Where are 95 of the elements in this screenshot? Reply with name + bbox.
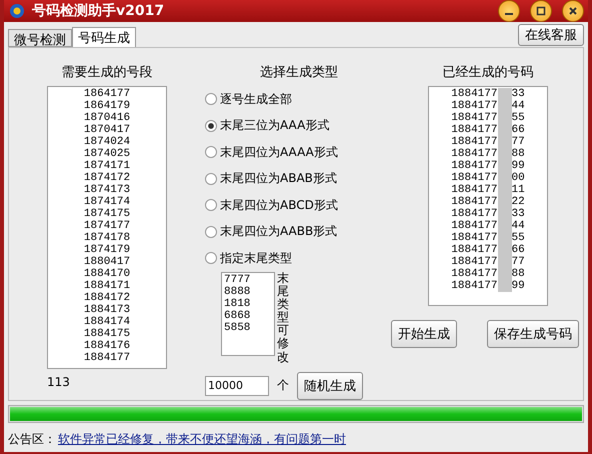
tab[interactable]: 微号检测 (8, 29, 72, 47)
section-title: 选择生成类型 (260, 64, 338, 82)
online-service-button[interactable]: 在线客服 (518, 24, 584, 46)
radio-option[interactable]: 末尾四位为AAAA形式 (205, 139, 338, 166)
section-title: 需要生成的号段 (62, 64, 152, 82)
notice-label: 公告区： (8, 430, 56, 448)
number-prefix: 1884177 (451, 172, 498, 184)
start-button[interactable]: 开始生成 (391, 320, 457, 348)
blur-mask (498, 280, 512, 292)
number-prefix: 1884177 (451, 196, 498, 208)
number-prefix: 1884177 (451, 280, 498, 292)
list-item[interactable]: 1874173 (84, 184, 130, 196)
list-item: 7777 (224, 274, 252, 286)
number-suffix: 55 (512, 112, 525, 124)
number-suffix: 99 (512, 160, 525, 172)
number-prefix: 1884177 (451, 136, 498, 148)
segment-count: 113 (47, 375, 70, 389)
list-item[interactable]: 1874174 (84, 196, 130, 208)
list-item[interactable]: 1870416 (84, 112, 130, 124)
number-suffix: 22 (512, 196, 525, 208)
close-button[interactable] (562, 0, 584, 22)
number-suffix: 33 (512, 208, 525, 220)
radio-option[interactable]: 指定末尾类型 (205, 245, 292, 272)
number-prefix: 1884177 (451, 244, 498, 256)
number-suffix: 44 (512, 100, 525, 112)
blur-mask (498, 88, 512, 100)
minimize-icon (505, 13, 513, 15)
list-item[interactable]: 1884170 (84, 268, 130, 280)
tail-list[interactable]: 7777 8888 1818 6868 5858 (221, 272, 275, 356)
notice-link[interactable]: 软件异常已经修复，带来不便还望海涵，有问题第一时 (58, 430, 346, 448)
random-generate-button[interactable]: 随机生成 (297, 372, 363, 400)
list-item[interactable]: 1884174 (84, 316, 130, 328)
number-prefix: 1884177 (451, 208, 498, 220)
list-item[interactable]: 1880417 (84, 256, 130, 268)
radio-option[interactable]: 末尾四位为AABB形式 (205, 218, 338, 245)
number-suffix: 77 (512, 136, 525, 148)
list-item[interactable]: 1864179 (84, 100, 130, 112)
list-item[interactable]: 1884171 (84, 280, 130, 292)
list-item[interactable]: 1870417 (84, 124, 130, 136)
radio-option[interactable]: 逐号生成全部 (205, 86, 292, 112)
number-suffix: 55 (512, 232, 525, 244)
list-item: 5858 (224, 322, 252, 334)
number-suffix: 99 (512, 280, 525, 292)
save-button[interactable]: 保存生成号码 (487, 320, 579, 348)
radio-option[interactable]: 末尾三位为AAA形式 (205, 112, 330, 139)
app-logo-icon (8, 2, 26, 20)
list-item: 8888 (224, 286, 252, 298)
minimize-button[interactable] (498, 0, 520, 22)
number-suffix: 00 (512, 172, 525, 184)
list-item[interactable]: 1884176 (84, 340, 130, 352)
number-suffix: 11 (512, 184, 525, 196)
maximize-icon (536, 6, 546, 16)
radio-option[interactable]: 末尾四位为ABAB形式 (205, 166, 337, 192)
list-item[interactable]: 1874172 (84, 172, 130, 184)
list-item[interactable]: 1884172 (84, 292, 130, 304)
list-item: 1818 (224, 298, 252, 310)
list-item[interactable]: 1884175 (84, 328, 130, 340)
list-item: 6868 (224, 310, 252, 322)
number-prefix: 1884177 (451, 124, 498, 136)
number-prefix: 1884177 (451, 184, 498, 196)
number-prefix: 1884177 (451, 232, 498, 244)
unit-label: 个 (277, 377, 289, 394)
number-prefix: 1884177 (451, 112, 498, 124)
list-item[interactable]: 1874178 (84, 232, 130, 244)
number-suffix: 44 (512, 220, 525, 232)
number-prefix: 1884177 (451, 160, 498, 172)
close-icon (568, 6, 578, 16)
vertical-note: 末尾类型可修改 (277, 272, 289, 364)
list-item[interactable]: 1884177 (84, 352, 130, 364)
list-item[interactable]: 1874024 (84, 136, 130, 148)
list-item[interactable]: 1874177 (84, 220, 130, 232)
list-item[interactable]: 1874025 (84, 148, 130, 160)
list-item[interactable]: 1874179 (84, 244, 130, 256)
number-prefix: 1884177 (451, 268, 498, 280)
number-suffix: 77 (512, 256, 525, 268)
list-item[interactable]: 1874175 (84, 208, 130, 220)
number-suffix: 33 (512, 88, 525, 100)
number-suffix: 66 (512, 124, 525, 136)
number-suffix: 66 (512, 244, 525, 256)
list-item[interactable]: 1864177 (84, 88, 130, 100)
maximize-button[interactable] (530, 0, 552, 22)
number-suffix: 88 (512, 268, 525, 280)
tab[interactable]: 号码生成 (72, 27, 136, 47)
list-item[interactable]: 1874171 (84, 160, 130, 172)
number-prefix: 1884177 (451, 148, 498, 160)
section-title: 已经生成的号码 (442, 64, 534, 82)
quantity-field[interactable]: 10000 (205, 376, 269, 396)
number-suffix: 88 (512, 148, 525, 160)
list-item[interactable]: 1884173 (84, 304, 130, 316)
radio-option[interactable]: 末尾四位为ABCD形式 (205, 192, 338, 218)
number-prefix: 1884177 (451, 220, 498, 232)
window-title: 号码检测助手v2017 (32, 2, 166, 20)
number-prefix: 1884177 (451, 256, 498, 268)
number-prefix: 1884177 (451, 100, 498, 112)
number-prefix: 1884177 (451, 88, 498, 100)
